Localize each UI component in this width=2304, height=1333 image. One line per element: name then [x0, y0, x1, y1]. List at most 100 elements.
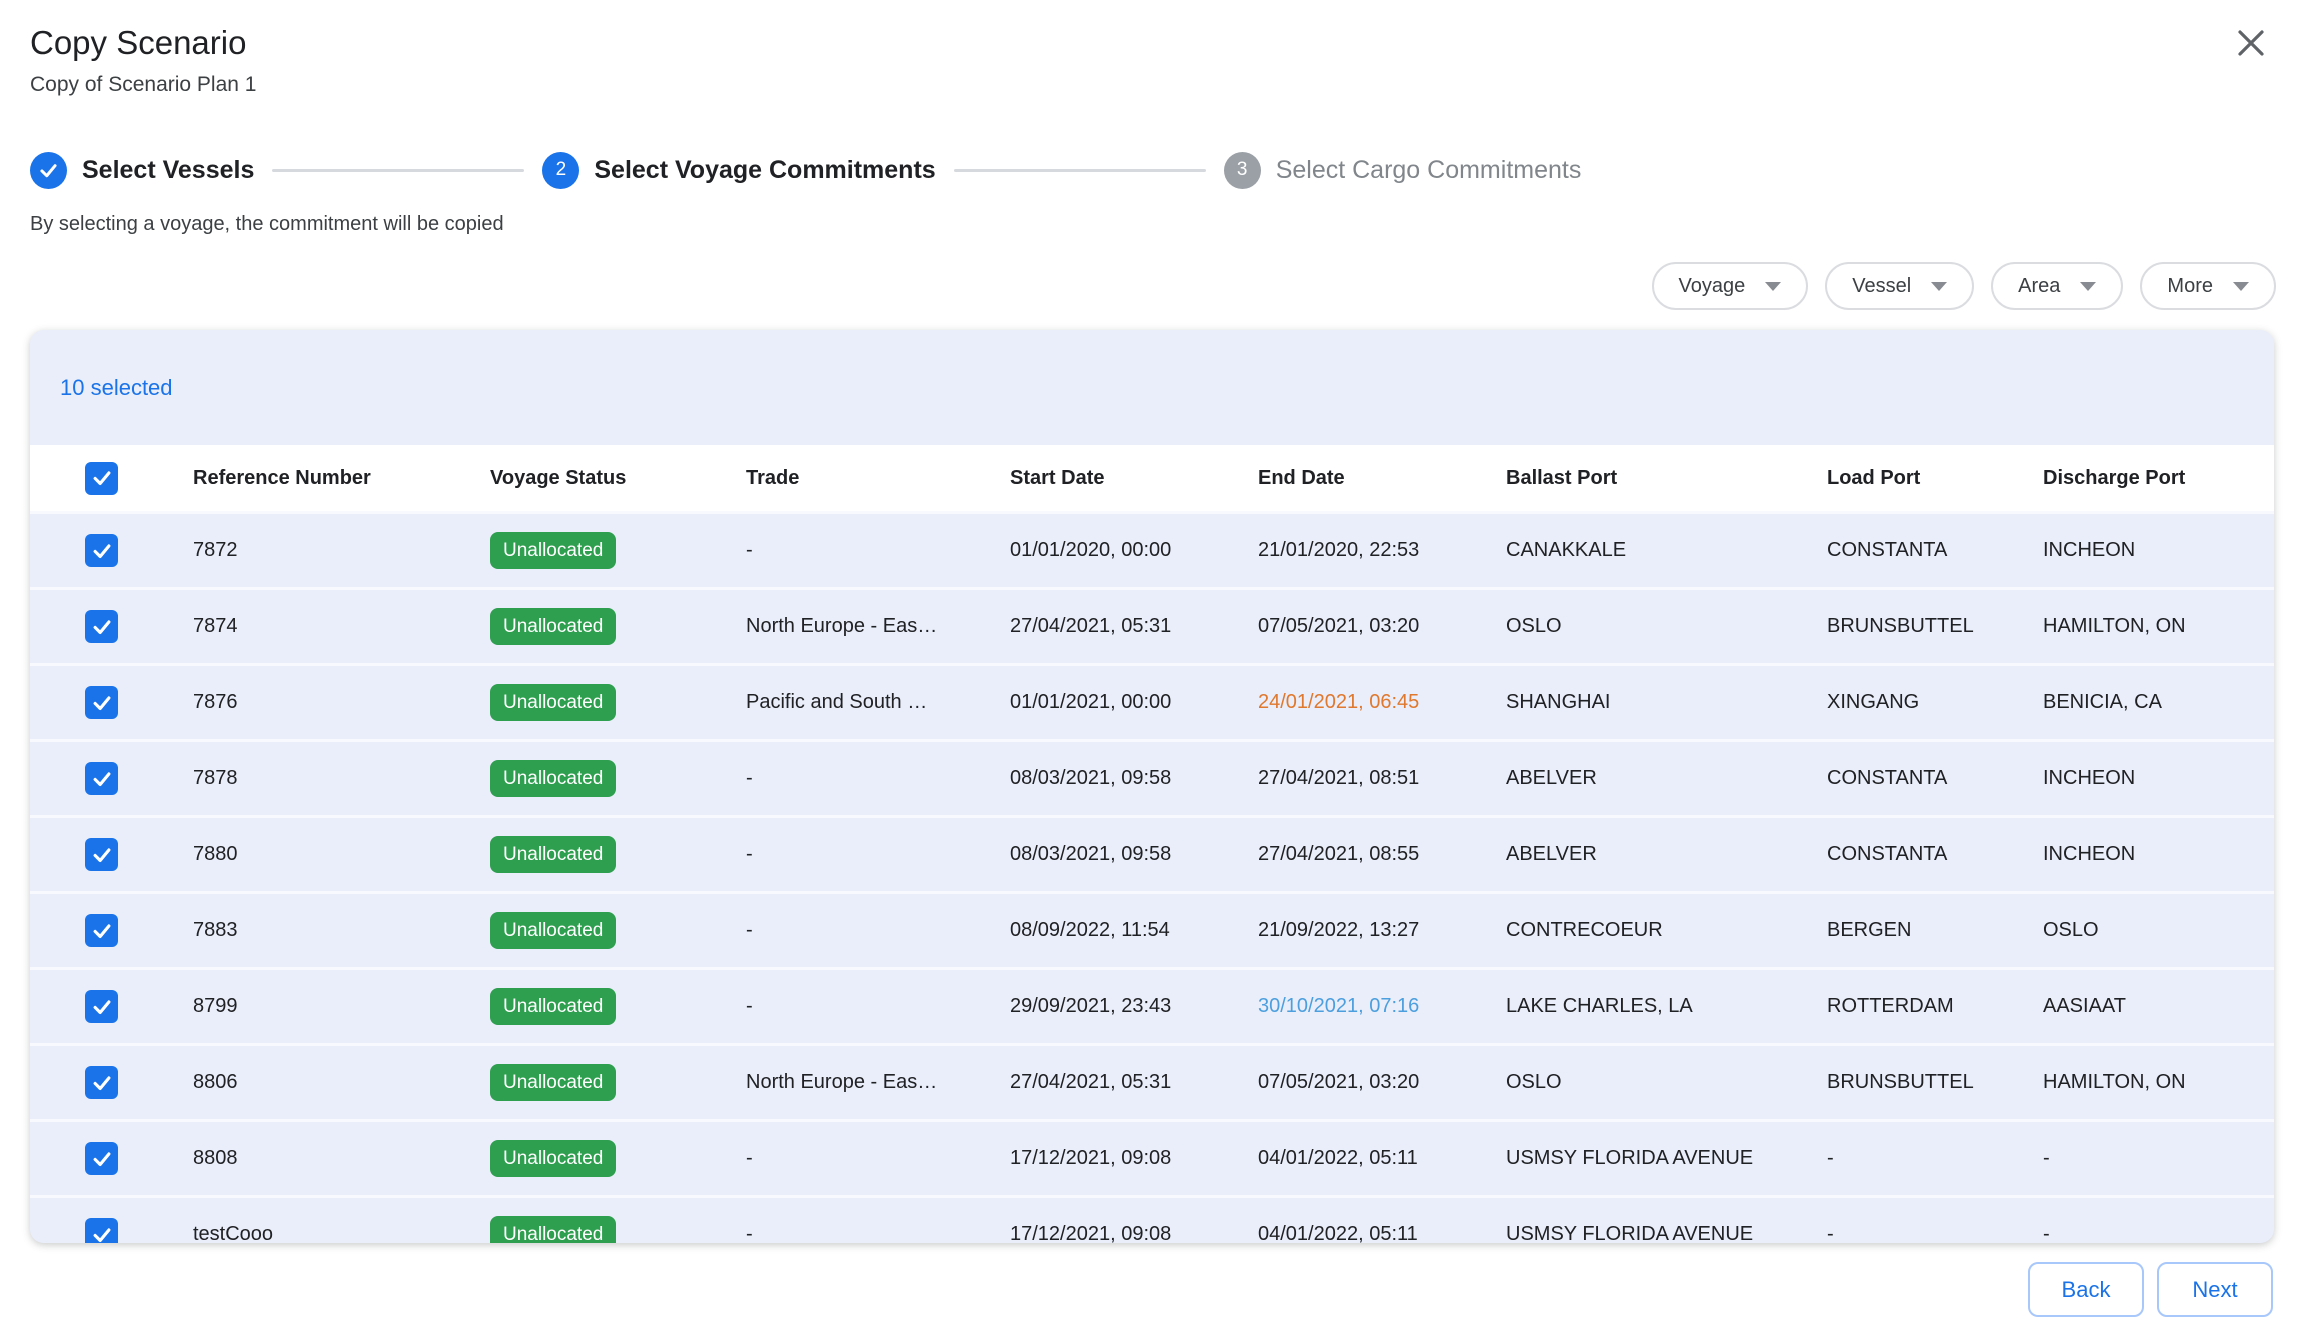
- step-select-cargo-commitments[interactable]: 3 Select Cargo Commitments: [1224, 152, 1582, 189]
- cell-discharge-port: AASIAAT: [2043, 995, 2274, 1018]
- cell-voyage-status: Unallocated: [490, 608, 746, 645]
- next-button[interactable]: Next: [2157, 1262, 2273, 1317]
- filter-label: Voyage: [1679, 275, 1746, 298]
- cell-reference-number: 7878: [193, 767, 490, 790]
- cell-reference-number: 7872: [193, 539, 490, 562]
- select-all-cell: [30, 462, 193, 495]
- cell-discharge-port: INCHEON: [2043, 539, 2274, 562]
- cell-start-date: 01/01/2021, 00:00: [1010, 691, 1258, 714]
- table-row[interactable]: 7876Unallocated Pacific and South …01/01/…: [30, 663, 2274, 739]
- row-checkbox[interactable]: [85, 610, 118, 643]
- chevron-down-icon: [2233, 282, 2249, 291]
- status-badge: Unallocated: [490, 608, 616, 645]
- row-checkbox-cell: [30, 762, 193, 795]
- status-badge: Unallocated: [490, 1064, 616, 1101]
- row-checkbox[interactable]: [85, 686, 118, 719]
- back-button[interactable]: Back: [2028, 1262, 2144, 1317]
- row-checkbox[interactable]: [85, 1066, 118, 1099]
- table-row[interactable]: 7872Unallocated-01/01/2020, 00:0021/01/2…: [30, 511, 2274, 587]
- cell-trade: -: [746, 919, 1010, 942]
- row-checkbox[interactable]: [85, 1142, 118, 1175]
- cell-start-date: 17/12/2021, 09:08: [1010, 1223, 1258, 1243]
- cell-trade: -: [746, 539, 1010, 562]
- selection-banner: 10 selected: [30, 330, 2274, 445]
- cell-load-port: -: [1827, 1223, 2043, 1243]
- table-row[interactable]: testCoooUnallocated-17/12/2021, 09:0804/…: [30, 1195, 2274, 1243]
- row-checkbox[interactable]: [85, 762, 118, 795]
- status-badge: Unallocated: [490, 684, 616, 721]
- page-title: Copy Scenario: [30, 24, 2274, 62]
- row-checkbox[interactable]: [85, 1218, 118, 1243]
- table-row[interactable]: 8806UnallocatedNorth Europe - Eas…27/04/…: [30, 1043, 2274, 1119]
- cell-ballast-port: OSLO: [1506, 1071, 1827, 1094]
- cell-reference-number: 7874: [193, 615, 490, 638]
- cell-trade: North Europe - Eas…: [746, 1071, 1010, 1094]
- status-badge: Unallocated: [490, 1216, 616, 1243]
- cell-reference-number: 7876: [193, 691, 490, 714]
- cell-ballast-port: USMSY FLORIDA AVENUE: [1506, 1223, 1827, 1243]
- cell-load-port: BERGEN: [1827, 919, 2043, 942]
- cell-end-date: 27/04/2021, 08:51: [1258, 767, 1506, 790]
- cell-load-port: BRUNSBUTTEL: [1827, 615, 2043, 638]
- cell-load-port: CONSTANTA: [1827, 767, 2043, 790]
- column-header-start-date: Start Date: [1010, 467, 1258, 490]
- cell-voyage-status: Unallocated: [490, 1064, 746, 1101]
- cell-reference-number: testCooo: [193, 1223, 490, 1243]
- cell-start-date: 08/03/2021, 09:58: [1010, 767, 1258, 790]
- row-checkbox[interactable]: [85, 990, 118, 1023]
- step-select-vessels[interactable]: Select Vessels: [30, 152, 254, 189]
- selection-count: 10 selected: [60, 375, 173, 401]
- column-header-ballast-port: Ballast Port: [1506, 467, 1827, 490]
- status-badge: Unallocated: [490, 912, 616, 949]
- cell-start-date: 01/01/2020, 00:00: [1010, 539, 1258, 562]
- dialog-header: Copy Scenario Copy of Scenario Plan 1: [0, 0, 2304, 98]
- dialog-subtitle: Copy of Scenario Plan 1: [30, 72, 2274, 98]
- step-select-voyage-commitments[interactable]: 2 Select Voyage Commitments: [542, 152, 935, 189]
- close-icon[interactable]: [2232, 24, 2270, 62]
- row-checkbox[interactable]: [85, 914, 118, 947]
- cell-voyage-status: Unallocated: [490, 1140, 746, 1177]
- cell-trade: -: [746, 1223, 1010, 1243]
- chevron-down-icon: [1765, 282, 1781, 291]
- cell-trade: -: [746, 995, 1010, 1018]
- stepper: Select Vessels 2 Select Voyage Commitmen…: [0, 150, 2304, 190]
- row-checkbox[interactable]: [85, 838, 118, 871]
- table-row[interactable]: 7880Unallocated-08/03/2021, 09:5827/04/2…: [30, 815, 2274, 891]
- status-badge: Unallocated: [490, 1140, 616, 1177]
- cell-load-port: BRUNSBUTTEL: [1827, 1071, 2043, 1094]
- table-row[interactable]: 7874UnallocatedNorth Europe - Eas…27/04/…: [30, 587, 2274, 663]
- row-checkbox-cell: [30, 914, 193, 947]
- cell-voyage-status: Unallocated: [490, 988, 746, 1025]
- table-row[interactable]: 8808Unallocated-17/12/2021, 09:0804/01/2…: [30, 1119, 2274, 1195]
- cell-discharge-port: OSLO: [2043, 919, 2274, 942]
- cell-discharge-port: INCHEON: [2043, 843, 2274, 866]
- row-checkbox-cell: [30, 610, 193, 643]
- cell-discharge-port: HAMILTON, ON: [2043, 1071, 2274, 1094]
- filter-more-button[interactable]: More: [2140, 262, 2276, 310]
- row-checkbox-cell: [30, 1218, 193, 1243]
- filter-vessel-button[interactable]: Vessel: [1825, 262, 1974, 310]
- select-all-checkbox[interactable]: [85, 462, 118, 495]
- filter-area-button[interactable]: Area: [1991, 262, 2123, 310]
- status-badge: Unallocated: [490, 988, 616, 1025]
- cell-load-port: CONSTANTA: [1827, 843, 2043, 866]
- table-row[interactable]: 7883Unallocated-08/09/2022, 11:5421/09/2…: [30, 891, 2274, 967]
- cell-discharge-port: HAMILTON, ON: [2043, 615, 2274, 638]
- row-checkbox[interactable]: [85, 534, 118, 567]
- cell-end-date: 24/01/2021, 06:45: [1258, 691, 1506, 714]
- cell-start-date: 27/04/2021, 05:31: [1010, 615, 1258, 638]
- filter-voyage-button[interactable]: Voyage: [1652, 262, 1809, 310]
- step-connector: [954, 169, 1206, 172]
- table-row[interactable]: 7878Unallocated-08/03/2021, 09:5827/04/2…: [30, 739, 2274, 815]
- row-checkbox-cell: [30, 1142, 193, 1175]
- cell-reference-number: 7880: [193, 843, 490, 866]
- cell-trade: Pacific and South …: [746, 691, 1010, 714]
- cell-end-date: 07/05/2021, 03:20: [1258, 1071, 1506, 1094]
- table-row[interactable]: 8799Unallocated-29/09/2021, 23:4330/10/2…: [30, 967, 2274, 1043]
- chevron-down-icon: [1931, 282, 1947, 291]
- cell-load-port: -: [1827, 1147, 2043, 1170]
- status-badge: Unallocated: [490, 836, 616, 873]
- cell-voyage-status: Unallocated: [490, 912, 746, 949]
- cell-discharge-port: -: [2043, 1223, 2274, 1243]
- step-number-badge: 2: [542, 152, 579, 189]
